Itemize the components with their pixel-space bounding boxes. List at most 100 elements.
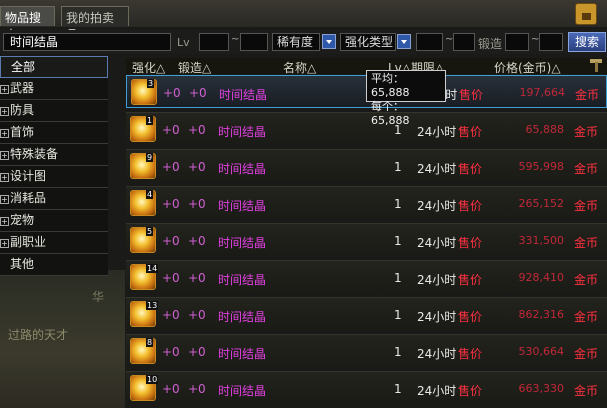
hammer-icon <box>590 58 602 72</box>
item-level-badge: 9 <box>146 153 154 162</box>
expand-icon[interactable]: + <box>0 195 9 204</box>
search-button[interactable]: 搜索 <box>568 32 606 52</box>
expand-icon[interactable]: + <box>0 239 9 248</box>
price-value: 65,888 <box>525 123 565 136</box>
sidebar-item-label: 设计图 <box>10 169 47 183</box>
result-row[interactable]: 13 +0 +0 时间结晶 1 24小时 售价 862,316 金币 <box>126 297 607 330</box>
sidebar-item[interactable]: + 特殊装备 <box>0 144 108 166</box>
item-level-badge: 4 <box>146 190 154 199</box>
price-label: 售价 <box>458 310 483 324</box>
tab-item-search[interactable]: 物品搜索 <box>0 6 55 42</box>
price-value: 530,664 <box>518 345 565 358</box>
forge-min-input[interactable] <box>505 33 529 51</box>
enhance-type-select[interactable]: 强化类型 <box>340 33 396 51</box>
price-label: 售价 <box>458 384 483 398</box>
sort-name-header[interactable]: 名称△ <box>283 59 316 76</box>
search-bar: 时间结晶 Lv ~ 稀有度 强化类型 ~ 锻造 ~ 搜索 <box>0 30 607 54</box>
sidebar-item[interactable]: 其他 <box>0 254 108 276</box>
time-crystal-icon: 14 <box>130 264 159 290</box>
enhance-min-input[interactable] <box>416 33 443 51</box>
sidebar-item[interactable]: + 设计图 <box>0 166 108 188</box>
sidebar-item[interactable]: + 防具 <box>0 100 108 122</box>
item-name: 时间结晶 <box>218 125 267 139</box>
rarity-select[interactable]: 稀有度 <box>272 33 320 51</box>
enhance-type-dropdown-icon[interactable] <box>397 34 411 49</box>
sort-forge-header[interactable]: 锻造△ <box>178 59 211 76</box>
background-player-name: 过路的天才 <box>8 328 69 342</box>
currency-label: 金币 <box>574 273 599 287</box>
item-name: 时间结晶 <box>218 347 267 361</box>
enhance-max-input[interactable] <box>453 33 475 51</box>
enhance-value: +0 <box>162 160 180 174</box>
sort-price-header[interactable]: 价格(金币)△ <box>494 59 561 76</box>
item-level-badge: 14 <box>146 264 159 273</box>
currency-label: 金币 <box>574 125 599 139</box>
sidebar-item[interactable]: + 副职业 <box>0 232 108 254</box>
time-crystal-icon: 1 <box>130 116 156 142</box>
result-row[interactable]: 1 +0 +0 时间结晶 1 24小时 售价 65,888 金币 <box>126 112 607 145</box>
price-value: 265,152 <box>518 197 565 210</box>
sidebar-item-label: 武器 <box>10 81 35 95</box>
lv-max-input[interactable] <box>240 33 268 51</box>
item-quantity: 1 <box>394 160 402 174</box>
forge-value: +0 <box>188 197 206 211</box>
sidebar-item[interactable]: + 首饰 <box>0 122 108 144</box>
time-remaining: 24小时 <box>417 162 457 176</box>
enhance-value: +0 <box>162 123 180 137</box>
lock-icon[interactable] <box>575 3 597 25</box>
price-label: 售价 <box>458 236 483 250</box>
tooltip-each: 每个：65,888 <box>371 100 410 127</box>
lv-min-input[interactable] <box>199 33 229 51</box>
result-row[interactable]: 8 +0 +0 时间结晶 1 24小时 售价 530,664 金币 <box>126 334 607 367</box>
expand-icon[interactable]: + <box>0 217 9 226</box>
result-row[interactable]: 10 +0 +0 时间结晶 1 24小时 售价 663,330 金币 <box>126 371 607 404</box>
price-label: 售价 <box>458 273 483 287</box>
expand-icon[interactable]: + <box>0 173 9 182</box>
enhance-value: +0 <box>162 308 180 322</box>
result-row[interactable]: 4 +0 +0 时间结晶 1 24小时 售价 265,152 金币 <box>126 186 607 219</box>
results-list: 3+0+0时间结晶124小时售价197,664金币1+0+0时间结晶124小时售… <box>126 75 607 408</box>
price-value: 862,316 <box>518 308 565 321</box>
currency-label: 金币 <box>574 236 599 250</box>
rarity-dropdown-icon[interactable] <box>322 34 336 49</box>
sidebar-item[interactable]: + 宠物 <box>0 210 108 232</box>
sidebar-item[interactable]: + 消耗品 <box>0 188 108 210</box>
item-name: 时间结晶 <box>218 199 267 213</box>
time-remaining: 24小时 <box>417 347 457 361</box>
item-quantity: 1 <box>394 197 402 211</box>
result-row[interactable]: 14 +0 +0 时间结晶 1 24小时 售价 928,410 金币 <box>126 260 607 293</box>
result-row[interactable]: 9 +0 +0 时间结晶 1 24小时 售价 595,998 金币 <box>126 149 607 182</box>
sidebar-item-label: 全部 <box>11 60 36 74</box>
expand-icon[interactable]: + <box>0 85 9 94</box>
enhance-value: +0 <box>162 197 180 211</box>
forge-value: +0 <box>188 382 206 396</box>
item-level-badge: 10 <box>146 375 159 384</box>
enhance-value: +0 <box>162 382 180 396</box>
search-input[interactable]: 时间结晶 <box>3 33 171 51</box>
price-value: 197,664 <box>519 86 566 99</box>
enhance-value: +0 <box>163 86 181 100</box>
result-row[interactable]: 5 +0 +0 时间结晶 1 24小时 售价 331,500 金币 <box>126 223 607 256</box>
item-level-badge: 13 <box>146 301 159 310</box>
sidebar-item-label: 宠物 <box>10 213 35 227</box>
time-remaining: 24小时 <box>417 310 457 324</box>
forge-value: +0 <box>188 123 206 137</box>
expand-icon[interactable]: + <box>0 129 9 138</box>
forge-max-input[interactable] <box>539 33 563 51</box>
sort-enhance-header[interactable]: 强化△ <box>132 59 165 76</box>
tab-my-auctions[interactable]: 我的拍卖品 <box>61 6 129 42</box>
sidebar-item[interactable]: 全部 <box>0 56 108 78</box>
item-quantity: 1 <box>394 382 402 396</box>
currency-label: 金币 <box>574 310 599 324</box>
tooltip-average: 平均：65,888 <box>371 72 410 99</box>
category-sidebar: 全部 + 武器 + 防具 + 首饰 + 特殊装备 + 设计图 + 消耗品 + 宠物 + 副职业 其他 <box>0 56 108 276</box>
item-name: 时间结晶 <box>218 310 267 324</box>
sidebar-item-label: 消耗品 <box>10 191 47 205</box>
forge-value: +0 <box>188 345 206 359</box>
sidebar-item[interactable]: + 武器 <box>0 78 108 100</box>
expand-icon[interactable]: + <box>0 151 9 160</box>
forge-value: +0 <box>188 308 206 322</box>
expand-icon[interactable]: + <box>0 107 9 116</box>
time-crystal-icon: 8 <box>130 338 156 364</box>
item-level-badge: 8 <box>146 338 154 347</box>
